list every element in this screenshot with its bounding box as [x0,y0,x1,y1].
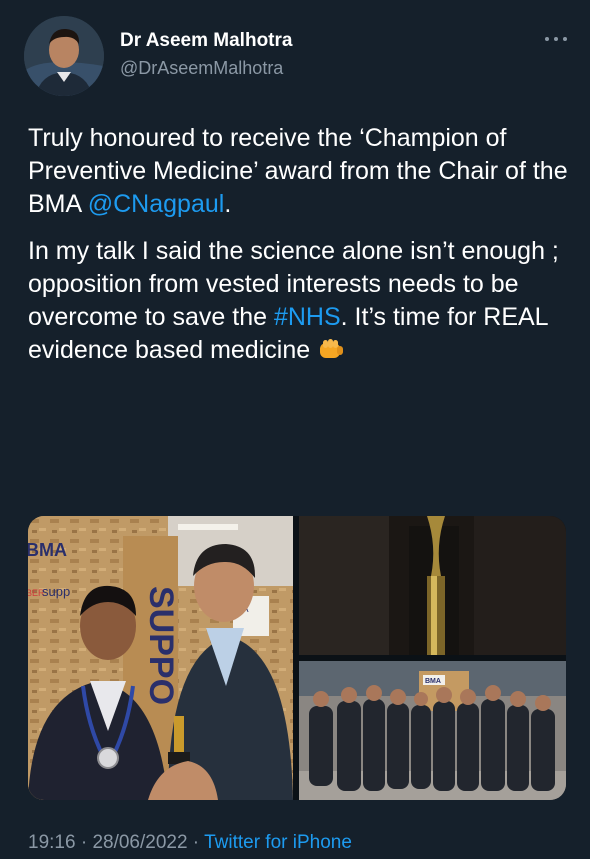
avatar[interactable] [24,16,104,96]
tweet-date[interactable]: 28/06/2022 [92,832,187,853]
banner-text: supp [42,584,70,599]
banner-vertical-text: SUPPO [142,586,180,705]
tweet-header: Dr Aseem Malhotra @DrAseemMalhotra [24,16,570,96]
bma-logo-text: BMA [28,540,67,560]
separator: · [187,832,205,853]
author-name[interactable]: Dr Aseem Malhotra [120,30,292,52]
photo-trophy-image [299,516,566,655]
photo-award-handover-image: SUPPO BMA BER supp MA [28,516,293,800]
photo-trophy[interactable] [299,516,566,655]
more-options-icon[interactable] [542,32,570,46]
photo-award-handover[interactable]: SUPPO BMA BER supp MA [28,516,293,800]
tweet-paragraph-1: Truly honoured to receive the ‘Champion … [28,122,568,221]
fist-emoji-icon [320,339,344,358]
media-grid: SUPPO BMA BER supp MA [28,516,566,800]
mention-link[interactable]: @CNagpaul [88,190,225,218]
tweet-time[interactable]: 19:16 [28,832,76,853]
author-handle[interactable]: @DrAseemMalhotra [120,58,283,79]
tweet-text: Truly honoured to receive the ‘Champion … [28,122,568,367]
tweet-footer: 19:16 · 28/06/2022 · Twitter for iPhone [28,832,352,854]
tweet-source-link[interactable]: Twitter for iPhone [204,832,352,853]
photo-group-image: BMA [299,661,566,800]
tweet-paragraph-2: In my talk I said the science alone isn’… [28,235,568,367]
hashtag-link[interactable]: #NHS [274,303,341,331]
avatar-photo [24,16,104,96]
tweet-text-part: . [224,190,232,218]
board-text: BMA [425,678,441,685]
photo-group[interactable]: BMA [299,661,566,800]
separator: · [75,832,93,853]
